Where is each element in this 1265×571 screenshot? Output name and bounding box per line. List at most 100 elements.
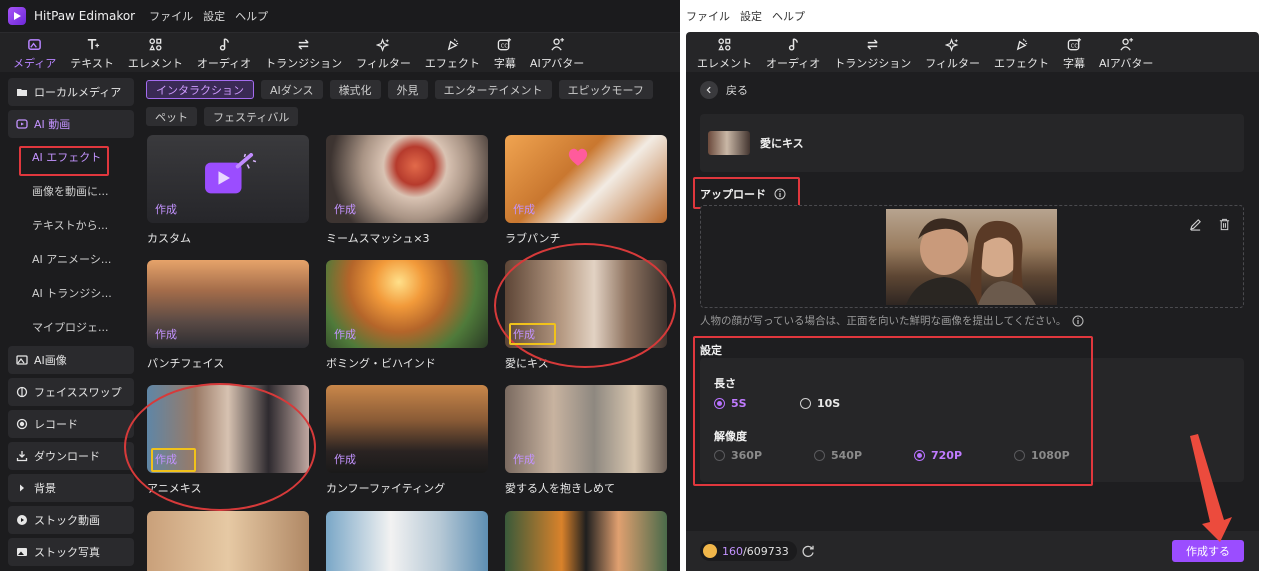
chip-entertainment[interactable]: エンターテイメント [434, 80, 552, 99]
effect-card-punch-face[interactable]: 作成 パンチフェイス [147, 260, 309, 371]
effect-icon [447, 38, 459, 51]
sidebar-sub-text-to-video[interactable]: テキストから... [8, 210, 134, 240]
refresh-icon[interactable] [801, 544, 815, 558]
effect-card-row4-2[interactable] [326, 511, 488, 571]
menu-help[interactable]: ヘルプ [772, 8, 805, 24]
effect-card-love-punch[interactable]: 作成 ラブパンチ [505, 135, 667, 246]
tab-subtitle-label: 字幕 [493, 57, 516, 70]
tab-text-label: テキスト [70, 57, 114, 70]
upload-hint: 人物の顔が写っている場合は、正面を向いた鮮明な画像を提出してください。 [700, 313, 1084, 328]
tab-element[interactable]: エレメント [690, 36, 759, 72]
tab-effect[interactable]: エフェクト [987, 36, 1056, 72]
tab-audio-label: オーディオ [766, 57, 821, 70]
sidebar-item-download[interactable]: ダウンロード [8, 442, 134, 470]
sidebar-item-face-swap[interactable]: フェイススワップ [8, 378, 134, 406]
card-make-label[interactable]: 作成 [155, 326, 177, 342]
title-bar: HitPaw Edimakor ファイル 設定 ヘルプ [0, 0, 680, 32]
credits-used: 160 [722, 544, 743, 558]
effect-card-bombing-behind[interactable]: 作成 ボミング・ビハインド [326, 260, 488, 371]
tab-effect-label: エフェクト [424, 57, 480, 70]
tab-audio[interactable]: オーディオ [190, 36, 258, 72]
sidebar-sub-ai-transition[interactable]: AI トランジシ... [8, 278, 134, 308]
transition-icon [867, 39, 878, 50]
sidebar-item-stock-video[interactable]: ストック動画 [8, 506, 134, 534]
sidebar-item-ai-image[interactable]: AI画像 [8, 346, 134, 374]
tab-media[interactable]: メディア [6, 36, 63, 72]
annotation-highlight-ai-effect [19, 146, 109, 176]
tab-filter[interactable]: フィルター [349, 36, 418, 72]
chip-pet[interactable]: ペット [146, 107, 197, 126]
sidebar-item-ai-video[interactable]: AI 動画 [8, 110, 134, 138]
folder-icon [17, 89, 27, 96]
card-thumbnail [505, 511, 667, 571]
effect-card-meme-smash[interactable]: 作成 ミームスマッシュ×3 [326, 135, 488, 246]
effect-card-custom[interactable]: 作成 カスタム [147, 135, 309, 246]
card-make-label[interactable]: 作成 [334, 326, 356, 342]
sidebar-item-record[interactable]: レコード [8, 410, 134, 438]
sidebar-item-background[interactable]: 背景 [8, 474, 134, 502]
effect-card-kungfu-fighting[interactable]: 作成 カンフーファイティング [326, 385, 488, 496]
sidebar-item-label: ストック動画 [34, 514, 100, 527]
tab-subtitle[interactable]: CC 字幕 [487, 36, 523, 72]
svg-text:CC: CC [501, 43, 509, 49]
sidebar-sub-my-projects[interactable]: マイプロジェ... [8, 312, 134, 342]
ai-video-icon [16, 119, 28, 129]
edit-icon[interactable] [1189, 218, 1202, 231]
app-name: HitPaw Edimakor [34, 9, 136, 23]
tab-transition[interactable]: トランジション [258, 36, 349, 72]
chip-stylize[interactable]: 様式化 [329, 80, 381, 99]
card-thumbnail: 作成 [505, 385, 667, 473]
tab-transition[interactable]: トランジション [827, 36, 918, 72]
card-make-label[interactable]: 作成 [334, 451, 356, 467]
menu-file[interactable]: ファイル [149, 8, 193, 24]
effect-detail-panel: 戻る 愛にキス アップロード 人物の顔が写っている場合は、正面を向いた鮮明な画像… [686, 72, 1259, 571]
tab-subtitle[interactable]: CC 字幕 [1056, 36, 1092, 72]
audio-icon [788, 38, 798, 51]
chip-epic-morph[interactable]: エピックモーフ [558, 80, 653, 99]
chip-appearance[interactable]: 外見 [387, 80, 428, 99]
tab-audio[interactable]: オーディオ [759, 36, 827, 72]
effect-card-row4-3[interactable] [505, 511, 667, 571]
menu-file[interactable]: ファイル [686, 8, 730, 24]
tab-ai-avatar[interactable]: AIアバター [523, 36, 591, 72]
media-icon [28, 39, 41, 50]
trash-icon[interactable] [1218, 218, 1231, 231]
right-panel: ファイル 設定 ヘルプ エレメント オーディオ トランジション フィルター エフ… [686, 0, 1265, 571]
chip-festival[interactable]: フェスティバル [204, 107, 299, 126]
chip-interaction[interactable]: インタラクション [146, 80, 254, 99]
selected-effect-thumbnail [708, 131, 750, 155]
sidebar-item-stock-photo[interactable]: ストック写真 [8, 538, 134, 566]
tab-ai-avatar[interactable]: AIアバター [1092, 36, 1160, 72]
card-title: ミームスマッシュ×3 [326, 232, 430, 245]
info-icon[interactable] [1072, 315, 1084, 327]
avatar-icon [550, 37, 564, 51]
annotation-box-love-kiss-make [509, 323, 556, 345]
effect-card-row4-1[interactable] [147, 511, 309, 571]
audio-icon [219, 38, 229, 51]
chevron-left-icon [700, 81, 718, 99]
tab-text[interactable]: テキスト [63, 36, 121, 72]
sidebar-item-local-media[interactable]: ローカルメディア [8, 78, 134, 106]
card-make-label[interactable]: 作成 [513, 451, 535, 467]
tab-audio-label: オーディオ [196, 57, 252, 70]
chip-ai-dance[interactable]: AIダンス [261, 80, 323, 99]
right-toolbar: エレメント オーディオ トランジション フィルター エフェクト CC 字幕 AI… [686, 32, 1259, 72]
sidebar-sub-image-to-video[interactable]: 画像を動画に... [8, 176, 134, 206]
menu-help[interactable]: ヘルプ [235, 8, 268, 24]
filter-icon [945, 38, 959, 52]
menu-settings[interactable]: 設定 [740, 8, 762, 24]
back-button[interactable]: 戻る [700, 81, 748, 99]
upload-dropzone[interactable] [700, 205, 1244, 308]
sidebar-sub-ai-animation[interactable]: AI アニメーシ... [8, 244, 134, 274]
card-make-label[interactable]: 作成 [155, 201, 177, 217]
menu-settings[interactable]: 設定 [203, 8, 225, 24]
tab-element[interactable]: エレメント [121, 36, 190, 72]
text-icon [87, 38, 99, 50]
footer-bar: 160 /609733 作成する [686, 531, 1259, 571]
card-make-label[interactable]: 作成 [334, 201, 356, 217]
tab-effect[interactable]: エフェクト [418, 36, 487, 72]
tab-filter[interactable]: フィルター [918, 36, 987, 72]
effect-card-hug-loved-one[interactable]: 作成 愛する人を抱きしめて [505, 385, 667, 496]
category-chips: インタラクション AIダンス 様式化 外見 エンターテイメント エピックモーフ … [146, 80, 676, 134]
card-make-label[interactable]: 作成 [513, 201, 535, 217]
